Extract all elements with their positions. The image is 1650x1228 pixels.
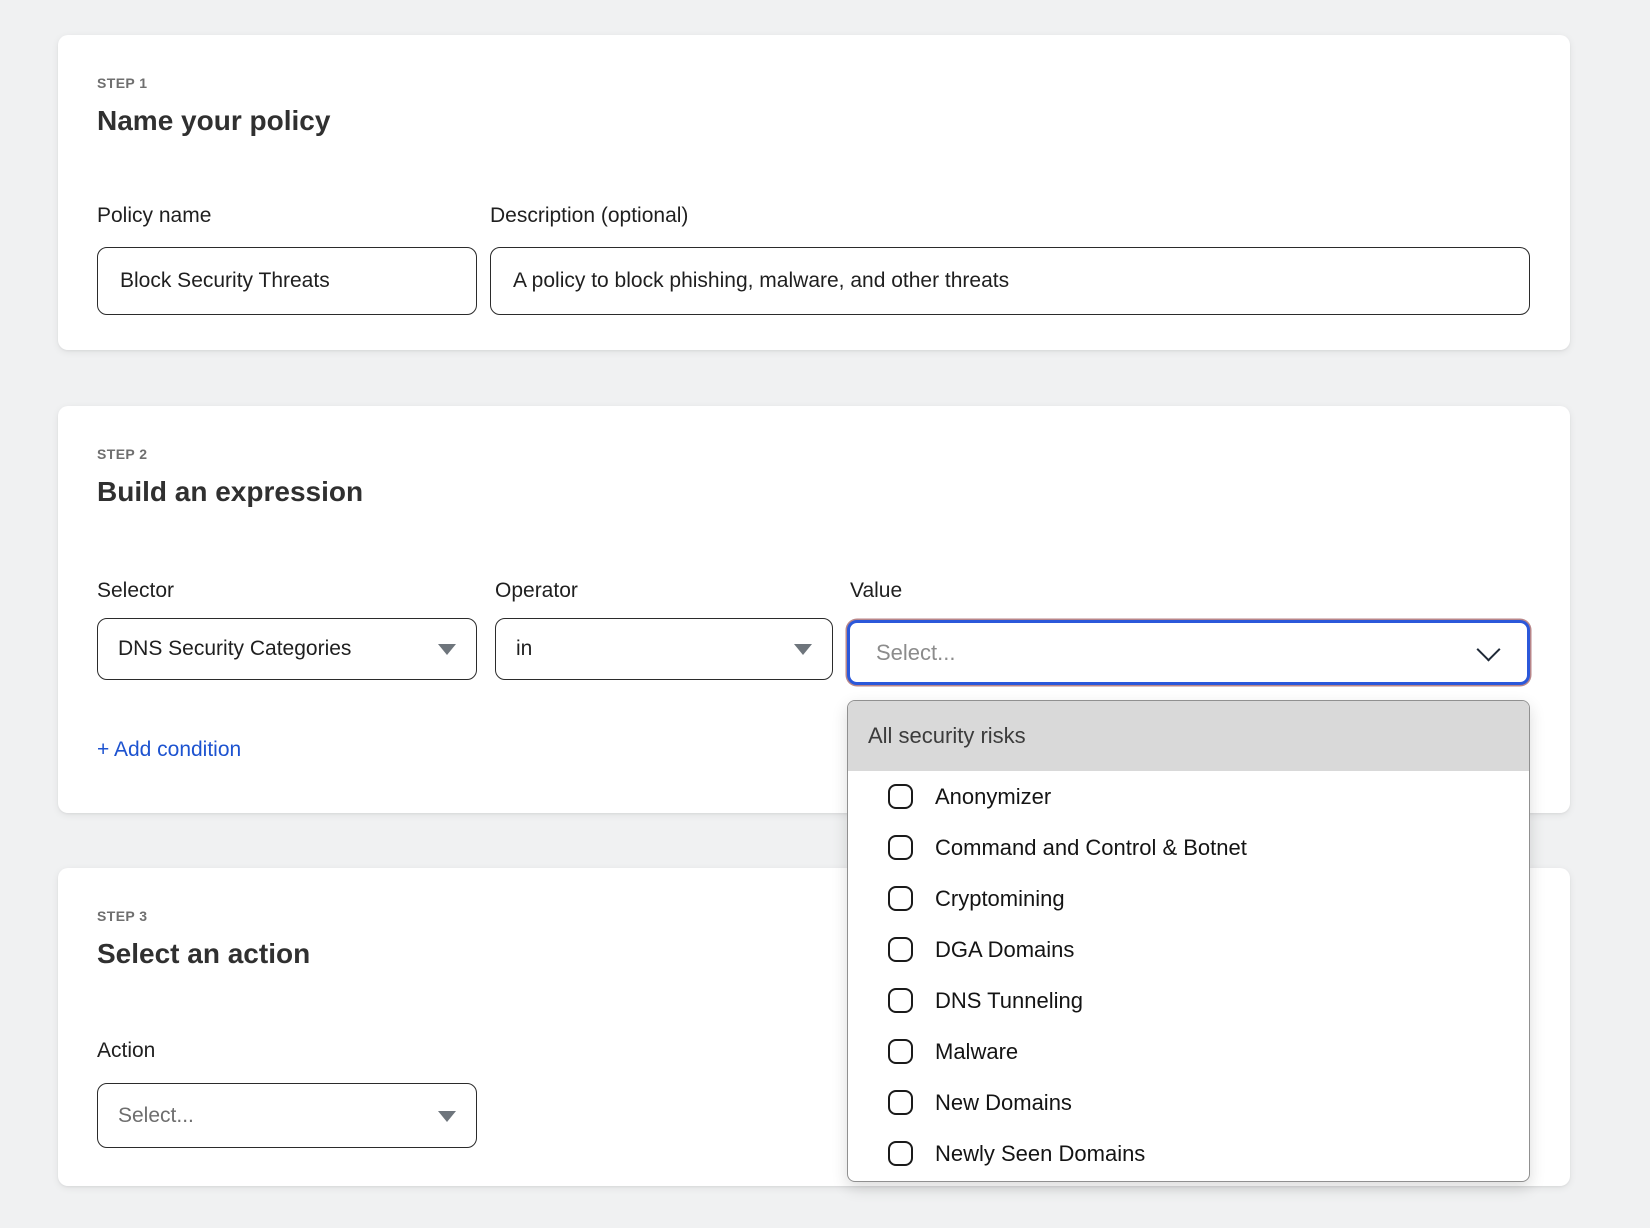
dropdown-option[interactable]: DGA Domains [848,924,1529,975]
step3-label: STEP 3 [97,908,147,924]
option-checkbox[interactable] [888,988,913,1013]
operator-select[interactable]: in [495,618,833,680]
dropdown-option[interactable]: Anonymizer [848,771,1529,822]
operator-label: Operator [495,578,578,604]
caret-down-icon [794,644,812,655]
selector-value: DNS Security Categories [118,637,351,661]
dropdown-option[interactable]: Cryptomining [848,873,1529,924]
option-label: DGA Domains [935,937,1074,963]
dropdown-option[interactable]: New Domains [848,1077,1529,1128]
description-label: Description (optional) [490,203,688,229]
policy-name-input[interactable] [97,247,477,315]
action-label: Action [97,1038,155,1064]
step1-title: Name your policy [97,105,330,137]
dropdown-option[interactable]: Newly Seen Domains [848,1128,1529,1179]
selector-label: Selector [97,578,174,604]
option-label: Cryptomining [935,886,1065,912]
option-checkbox[interactable] [888,1039,913,1064]
option-checkbox[interactable] [888,1090,913,1115]
dropdown-option[interactable]: Malware [848,1026,1529,1077]
option-label: Command and Control & Botnet [935,835,1247,861]
value-label: Value [850,578,902,604]
value-dropdown-panel: All security risks Anonymizer Command and… [847,700,1530,1182]
option-checkbox[interactable] [888,1141,913,1166]
value-combobox[interactable]: Select... [847,620,1530,685]
step1-label: STEP 1 [97,75,147,91]
dropdown-option[interactable]: DNS Tunneling [848,975,1529,1026]
selector-select[interactable]: DNS Security Categories [97,618,477,680]
step3-title: Select an action [97,938,310,970]
action-select[interactable]: Select... [97,1083,477,1148]
option-checkbox[interactable] [888,784,913,809]
value-placeholder: Select... [876,640,955,666]
option-label: Anonymizer [935,784,1051,810]
step2-title: Build an expression [97,476,363,508]
dropdown-group-header: All security risks [848,701,1529,771]
option-checkbox[interactable] [888,937,913,962]
description-input[interactable] [490,247,1530,315]
option-checkbox[interactable] [888,835,913,860]
step2-label: STEP 2 [97,446,147,462]
action-placeholder: Select... [118,1104,194,1128]
option-label: DNS Tunneling [935,988,1083,1014]
policy-builder-page: STEP 1 Name your policy Policy name Desc… [0,0,1650,1228]
step1-card: STEP 1 Name your policy Policy name Desc… [58,35,1570,350]
chevron-down-icon [1476,637,1500,661]
dropdown-option-list: Anonymizer Command and Control & Botnet Cr… [848,771,1529,1179]
operator-value: in [516,637,532,661]
dropdown-option[interactable]: Command and Control & Botnet [848,822,1529,873]
add-condition-link[interactable]: + Add condition [97,738,241,762]
caret-down-icon [438,644,456,655]
option-checkbox[interactable] [888,886,913,911]
option-label: Malware [935,1039,1018,1065]
policy-name-label: Policy name [97,203,211,229]
option-label: Newly Seen Domains [935,1141,1145,1167]
caret-down-icon [438,1111,456,1122]
option-label: New Domains [935,1090,1072,1116]
